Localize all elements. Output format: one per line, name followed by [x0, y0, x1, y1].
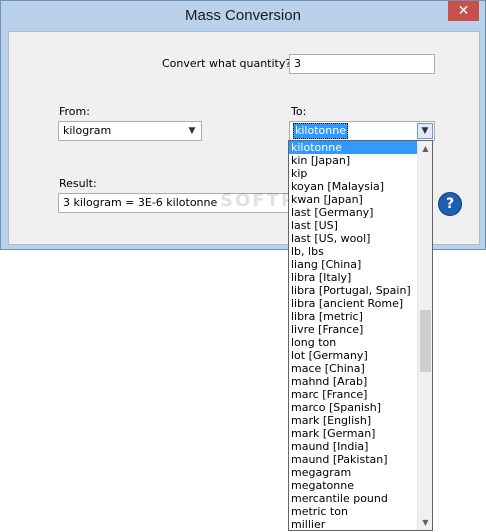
list-item[interactable]: last [Germany] — [289, 206, 417, 219]
list-item[interactable]: kwan [Japan] — [289, 193, 417, 206]
list-item[interactable]: lb, lbs — [289, 245, 417, 258]
list-item[interactable]: mark [German] — [289, 427, 417, 440]
list-item[interactable]: mace [China] — [289, 362, 417, 375]
list-item[interactable]: kilotonne — [289, 141, 417, 154]
list-item[interactable]: libra [Portugal, Spain] — [289, 284, 417, 297]
list-item[interactable]: libra [ancient Rome] — [289, 297, 417, 310]
to-unit-dropdown-list[interactable]: kilotonne kin [Japan] kip koyan [Malaysia] k… — [288, 140, 433, 531]
chevron-up-icon[interactable]: ▲ — [418, 141, 432, 156]
to-label: To: — [291, 105, 307, 118]
unit-list[interactable]: kilotonne kin [Japan] kip koyan [Malaysia] k… — [289, 141, 417, 530]
list-item[interactable]: megagram — [289, 466, 417, 479]
list-item[interactable]: marco [Spanish] — [289, 401, 417, 414]
chevron-down-icon[interactable]: ▼ — [418, 515, 432, 530]
list-item[interactable]: last [US, wool] — [289, 232, 417, 245]
list-item[interactable]: mark [English] — [289, 414, 417, 427]
to-unit-select[interactable]: kilotonne ▼ — [289, 121, 435, 141]
close-icon: ✕ — [457, 3, 470, 19]
chevron-down-icon[interactable]: ▼ — [417, 123, 433, 139]
list-item[interactable]: megatonne — [289, 479, 417, 492]
window-title: Mass Conversion — [185, 7, 301, 24]
list-item[interactable]: kip — [289, 167, 417, 180]
list-item[interactable]: millier — [289, 518, 417, 530]
list-item[interactable]: libra [Italy] — [289, 271, 417, 284]
to-unit-value: kilotonne — [293, 123, 348, 139]
from-label: From: — [59, 105, 90, 118]
quantity-label: Convert what quantity? — [162, 57, 292, 70]
list-item[interactable]: maund [India] — [289, 440, 417, 453]
help-icon[interactable]: ? — [438, 192, 462, 216]
list-item[interactable]: metric ton — [289, 505, 417, 518]
list-item[interactable]: last [US] — [289, 219, 417, 232]
list-item[interactable]: libra [metric] — [289, 310, 417, 323]
from-unit-select[interactable]: kilogram ▼ — [58, 121, 202, 141]
list-item[interactable]: long ton — [289, 336, 417, 349]
list-item[interactable]: koyan [Malaysia] — [289, 180, 417, 193]
list-item[interactable]: lot [Germany] — [289, 349, 417, 362]
list-item[interactable]: mahnd [Arab] — [289, 375, 417, 388]
from-unit-value: kilogram — [63, 124, 112, 137]
list-item[interactable]: mercantile pound — [289, 492, 417, 505]
list-item[interactable]: livre [France] — [289, 323, 417, 336]
title-bar[interactable]: Mass Conversion ✕ — [1, 1, 485, 31]
result-label: Result: — [59, 177, 97, 190]
list-item[interactable]: kin [Japan] — [289, 154, 417, 167]
quantity-input[interactable]: 3 — [289, 54, 435, 74]
scrollbar-thumb[interactable] — [420, 310, 431, 373]
list-item[interactable]: liang [China] — [289, 258, 417, 271]
close-button[interactable]: ✕ — [448, 1, 479, 21]
chevron-down-icon[interactable]: ▼ — [184, 123, 200, 139]
list-scrollbar[interactable]: ▲ ▼ — [417, 141, 432, 530]
list-item[interactable]: maund [Pakistan] — [289, 453, 417, 466]
list-item[interactable]: marc [France] — [289, 388, 417, 401]
